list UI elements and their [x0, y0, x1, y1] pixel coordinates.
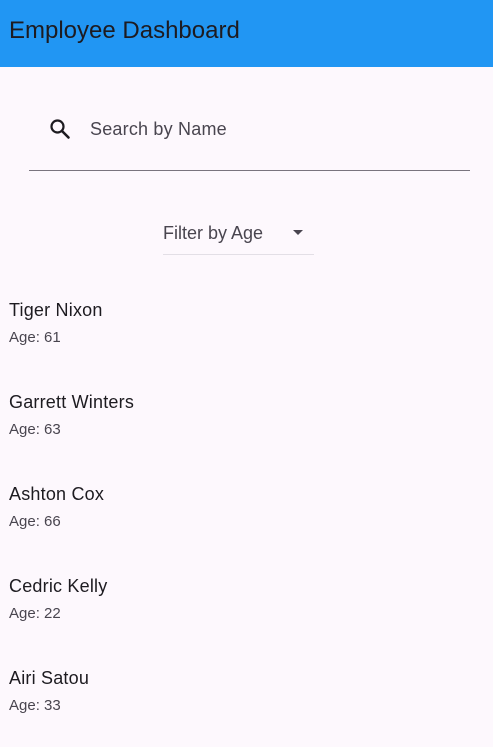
- employee-name: Airi Satou: [9, 668, 90, 688]
- employee-name: Tiger Nixon: [9, 300, 103, 320]
- employee-age: Age: 33: [9, 697, 61, 714]
- list-item[interactable]: Airi Satou Age: 33: [0, 654, 493, 746]
- employee-age: Age: 66: [9, 513, 61, 530]
- list-item[interactable]: Tiger Nixon Age: 61: [0, 286, 493, 378]
- employee-list: Tiger Nixon Age: 61 Garrett Winters Age:…: [0, 286, 493, 746]
- list-item[interactable]: Cedric Kelly Age: 22: [0, 562, 493, 654]
- filter-by-age-dropdown[interactable]: Filter by Age: [163, 218, 314, 255]
- employee-age: Age: 63: [9, 421, 61, 438]
- employee-age: Age: 61: [9, 329, 61, 346]
- employee-name: Garrett Winters: [9, 392, 135, 412]
- filter-label: Filter by Age: [163, 223, 264, 243]
- employee-name: Cedric Kelly: [9, 576, 108, 596]
- employee-age: Age: 22: [9, 605, 61, 622]
- app-bar: Employee Dashboard: [0, 0, 493, 67]
- list-item[interactable]: Ashton Cox Age: 66: [0, 470, 493, 562]
- app-title: Employee Dashboard: [9, 17, 240, 44]
- search-icon: [50, 119, 70, 139]
- list-item[interactable]: Garrett Winters Age: 63: [0, 378, 493, 470]
- search-input[interactable]: Search by Name: [29, 103, 470, 171]
- search-placeholder: Search by Name: [90, 119, 227, 139]
- dropdown-arrow-icon: [293, 230, 303, 235]
- employee-name: Ashton Cox: [9, 484, 105, 504]
